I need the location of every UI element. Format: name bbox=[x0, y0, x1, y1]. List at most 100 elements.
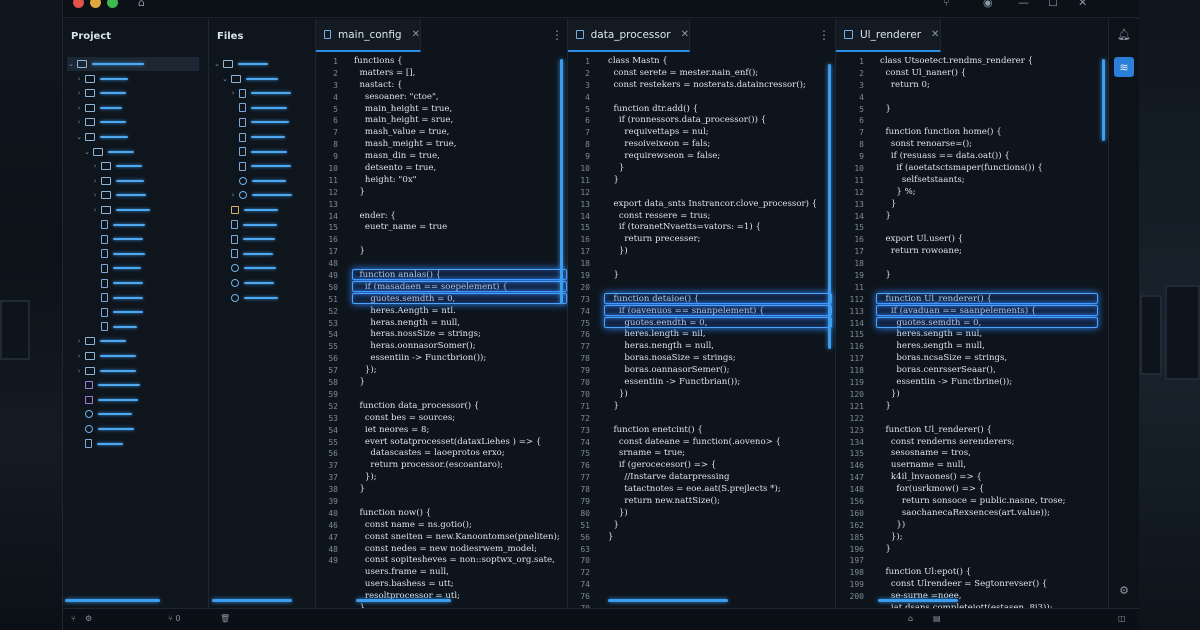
code-line[interactable]: users.bashess = utt; bbox=[354, 579, 560, 591]
tab-ui-renderer[interactable]: Ul_renderer ✕ bbox=[836, 19, 941, 52]
code-line[interactable]: } bbox=[880, 544, 1066, 556]
editor-vertical-scrollbar[interactable] bbox=[1102, 59, 1105, 141]
code-line[interactable]: const dateane = function(.aoveno> { bbox=[608, 437, 817, 449]
code-line[interactable] bbox=[880, 258, 1066, 270]
code-line[interactable]: return rowoane; bbox=[880, 246, 1066, 258]
chevron-right-icon[interactable]: › bbox=[75, 118, 83, 126]
code-line[interactable]: for(usrkmow() => { bbox=[880, 484, 1066, 496]
code-line[interactable]: heras.nength = null, bbox=[608, 341, 817, 353]
code-line[interactable]: sesosname = tros, bbox=[880, 448, 1066, 460]
code-line[interactable]: const Ul_naner() { bbox=[880, 68, 1066, 80]
code-line[interactable]: } bbox=[880, 211, 1066, 223]
editor-horizontal-scrollbar[interactable] bbox=[878, 599, 958, 602]
code-line[interactable]: matters = [], bbox=[354, 68, 560, 80]
code-line[interactable]: function now() { bbox=[354, 508, 560, 520]
more-options-icon[interactable]: ⋮ bbox=[551, 28, 563, 42]
tree-folder-item[interactable]: › bbox=[75, 115, 126, 129]
code-line[interactable]: export Ul.user() { bbox=[880, 234, 1066, 246]
code-line[interactable]: return 0; bbox=[880, 80, 1066, 92]
code-line[interactable]: boras.ncsaSize = strings, bbox=[880, 353, 1066, 365]
code-line[interactable]: saochanecaRexsences(art.value)); bbox=[880, 508, 1066, 520]
source-control-icon[interactable]: ⑂ bbox=[943, 0, 950, 9]
tree-file-item[interactable]: › bbox=[229, 188, 292, 202]
code-line[interactable]: } bbox=[880, 401, 1066, 413]
code-line[interactable]: if (gerocecesor() => { bbox=[608, 460, 817, 472]
code-line[interactable]: } %; bbox=[880, 187, 1066, 199]
chevron-right-icon[interactable]: › bbox=[91, 162, 99, 170]
tree-folder-item[interactable]: › bbox=[75, 86, 126, 100]
code-line[interactable] bbox=[608, 258, 817, 270]
code-line[interactable]: essentiin -> Functbrian()); bbox=[608, 377, 817, 389]
tree-file-item[interactable] bbox=[221, 291, 278, 305]
code-line[interactable]: k4il_lnvaones() => { bbox=[880, 472, 1066, 484]
code-line[interactable]: } bbox=[608, 270, 817, 282]
maximize-window-button[interactable] bbox=[107, 0, 118, 8]
code-line[interactable]: function function home() { bbox=[880, 127, 1066, 139]
tree-file-item[interactable] bbox=[229, 159, 291, 173]
code-line[interactable]: } bbox=[354, 187, 560, 199]
minimize-window-button[interactable] bbox=[90, 0, 101, 8]
home-icon[interactable]: ⌂ bbox=[138, 0, 145, 9]
tree-folder-item[interactable]: ⌄ bbox=[67, 57, 199, 71]
more-options-icon[interactable]: ⋮ bbox=[818, 28, 830, 42]
code-line[interactable] bbox=[354, 496, 560, 508]
project-scrollbar[interactable] bbox=[65, 599, 160, 602]
tree-file-item[interactable] bbox=[91, 218, 145, 232]
code-line[interactable]: selfsetstaants; bbox=[880, 175, 1066, 187]
code-line[interactable] bbox=[354, 389, 560, 401]
chevron-right-icon[interactable]: › bbox=[91, 191, 99, 199]
code-line[interactable]: tatactnotes = eoe.aat(S.prejlects *); bbox=[608, 484, 817, 496]
layers-icon[interactable]: ≋ bbox=[1114, 57, 1134, 77]
code-line[interactable]: }); bbox=[354, 365, 560, 377]
code-line[interactable]: height: "0x" bbox=[354, 175, 560, 187]
chevron-right-icon[interactable]: › bbox=[75, 89, 83, 97]
tree-file-item[interactable] bbox=[229, 174, 286, 188]
code-line[interactable] bbox=[880, 222, 1066, 234]
code-line[interactable]: const bes = sources; bbox=[354, 413, 560, 425]
code-line[interactable]: username = null, bbox=[880, 460, 1066, 472]
code-line[interactable]: return processor.(escoantaro); bbox=[354, 460, 560, 472]
code-line[interactable]: iet neores = 8; bbox=[354, 425, 560, 437]
tree-folder-item[interactable]: ⌄ bbox=[213, 57, 268, 71]
code-line[interactable] bbox=[354, 199, 560, 211]
tab-close-icon[interactable]: ✕ bbox=[931, 29, 939, 40]
code-line[interactable]: if (aoetatsctsmaper(functions()) { bbox=[880, 163, 1066, 175]
code-line[interactable]: function Ul:epot() { bbox=[880, 567, 1066, 579]
code-line[interactable]: sonst renoarse=(); bbox=[880, 139, 1066, 151]
code-line[interactable]: heras.nength = null, bbox=[354, 318, 560, 330]
code-line[interactable]: srname = true; bbox=[608, 448, 817, 460]
editor-vertical-scrollbar[interactable] bbox=[560, 59, 563, 304]
code-line[interactable]: euetr_name = true bbox=[354, 222, 560, 234]
code-line[interactable]: function data_processor() { bbox=[354, 401, 560, 413]
tree-file-item[interactable] bbox=[91, 247, 145, 261]
code-line[interactable]: } bbox=[608, 520, 817, 532]
tree-file-item[interactable] bbox=[91, 291, 143, 305]
code-line[interactable]: const sopitesheves = non::soptwx_org.sat… bbox=[354, 555, 560, 567]
chevron-right-icon[interactable]: › bbox=[75, 367, 83, 375]
minimize-icon[interactable]: — bbox=[1018, 0, 1029, 9]
code-line[interactable]: requivettaps = nul; bbox=[608, 127, 817, 139]
tree-file-item[interactable] bbox=[229, 115, 289, 129]
code-line[interactable]: if (ronnessors.data_processor()) { bbox=[608, 115, 817, 127]
code-line[interactable]: return new.nattSize(); bbox=[608, 496, 817, 508]
files-scrollbar[interactable] bbox=[212, 599, 292, 602]
tree-file-item[interactable] bbox=[221, 247, 273, 261]
code-line[interactable] bbox=[880, 115, 1066, 127]
tree-file-item[interactable] bbox=[75, 407, 132, 421]
branch-icon[interactable]: ⑂ bbox=[71, 614, 76, 623]
code-line[interactable]: } bbox=[880, 199, 1066, 211]
trash-icon[interactable]: 🗑︎ bbox=[220, 614, 230, 623]
tree-folder-item[interactable]: › bbox=[75, 364, 136, 378]
code-line[interactable]: detsento = true, bbox=[354, 163, 560, 175]
code-line[interactable]: } bbox=[608, 532, 817, 544]
code-line[interactable] bbox=[608, 92, 817, 104]
code-line[interactable]: class Mastn { bbox=[608, 56, 817, 68]
chevron-down-icon[interactable]: ⌄ bbox=[213, 60, 221, 68]
tree-file-item[interactable] bbox=[221, 261, 276, 275]
editor-horizontal-scrollbar[interactable] bbox=[356, 599, 451, 602]
tree-file-item[interactable] bbox=[229, 130, 285, 144]
chevron-down-icon[interactable]: ⌄ bbox=[221, 75, 229, 83]
code-line[interactable]: } bbox=[880, 104, 1066, 116]
code-line[interactable]: return sonsoce = public.nasne, trose; bbox=[880, 496, 1066, 508]
code-line[interactable]: main_height = srue, bbox=[354, 115, 560, 127]
